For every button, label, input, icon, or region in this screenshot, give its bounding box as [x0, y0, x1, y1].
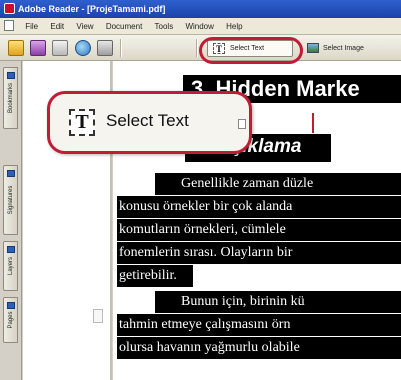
menu-file[interactable]: File: [20, 18, 43, 35]
tab-bookmarks-label: Bookmarks: [7, 82, 14, 114]
pages-icon: [7, 302, 15, 309]
title-bar: Adobe Reader - [ProjeTamami.pdf]: [0, 0, 401, 18]
select-text-icon: T: [69, 109, 95, 136]
callout-label: Select Text: [106, 111, 189, 130]
bookmark-marker[interactable]: [93, 309, 103, 323]
reader-window: Adobe Reader - [ProjeTamami.pdf] File Ed…: [0, 0, 401, 380]
text-line: tahmin etmeye çalışmasını örn: [117, 314, 401, 336]
bookmarks-icon: [7, 72, 15, 79]
text-line: Bunun için, birinin kü: [155, 291, 401, 313]
tab-layers-label: Layers: [7, 256, 14, 276]
select-text-callout: T Select Text: [47, 91, 252, 154]
menu-bar: File Edit View Document Tools Window Hel…: [0, 18, 401, 35]
select-image-label: Select Image: [323, 45, 364, 52]
open-folder-icon[interactable]: [8, 40, 24, 56]
save-icon[interactable]: [30, 40, 46, 56]
menu-tools[interactable]: Tools: [150, 18, 179, 35]
navigation-tabs: Bookmarks Signatures Layers Pages: [0, 61, 22, 380]
tab-layers[interactable]: Layers: [3, 241, 18, 291]
select-image-button[interactable]: Select Image: [303, 40, 393, 57]
tab-pages-label: Pages: [7, 311, 14, 329]
text-line: getirebilir.: [117, 265, 193, 287]
menu-edit[interactable]: Edit: [45, 18, 69, 35]
document-icon: [4, 20, 14, 32]
toolbar-separator: [196, 39, 198, 57]
menu-help[interactable]: Help: [221, 18, 247, 35]
email-icon[interactable]: [75, 40, 91, 56]
window-title: Adobe Reader - [ProjeTamami.pdf]: [18, 4, 166, 14]
select-image-icon: [307, 43, 319, 53]
search-icon[interactable]: [97, 40, 113, 56]
text-line: Genellikle zaman düzle: [155, 173, 401, 195]
tab-signatures-label: Signatures: [7, 185, 14, 215]
tab-signatures[interactable]: Signatures: [3, 165, 18, 235]
text-line: komutların örnekleri, cümlele: [117, 219, 401, 241]
layers-icon: [7, 246, 15, 253]
tab-pages[interactable]: Pages: [3, 297, 18, 343]
signatures-icon: [7, 170, 15, 177]
toolbar-separator: [120, 39, 122, 57]
menu-view[interactable]: View: [71, 18, 98, 35]
text-line: fonemlerin sırası. Olayların bir: [117, 242, 401, 264]
print-icon[interactable]: [52, 40, 68, 56]
adobe-reader-icon: [4, 3, 15, 14]
resize-handle-icon: [238, 119, 246, 129]
select-text-highlight-ring: [199, 37, 303, 64]
tab-bookmarks[interactable]: Bookmarks: [3, 67, 18, 129]
menu-window[interactable]: Window: [180, 18, 218, 35]
callout-connector: [312, 113, 314, 133]
menu-document[interactable]: Document: [101, 18, 147, 35]
text-line: konusu örnekler bir çok alanda: [117, 196, 401, 218]
text-line: olursa havanın yağmurlu olabile: [117, 337, 401, 359]
